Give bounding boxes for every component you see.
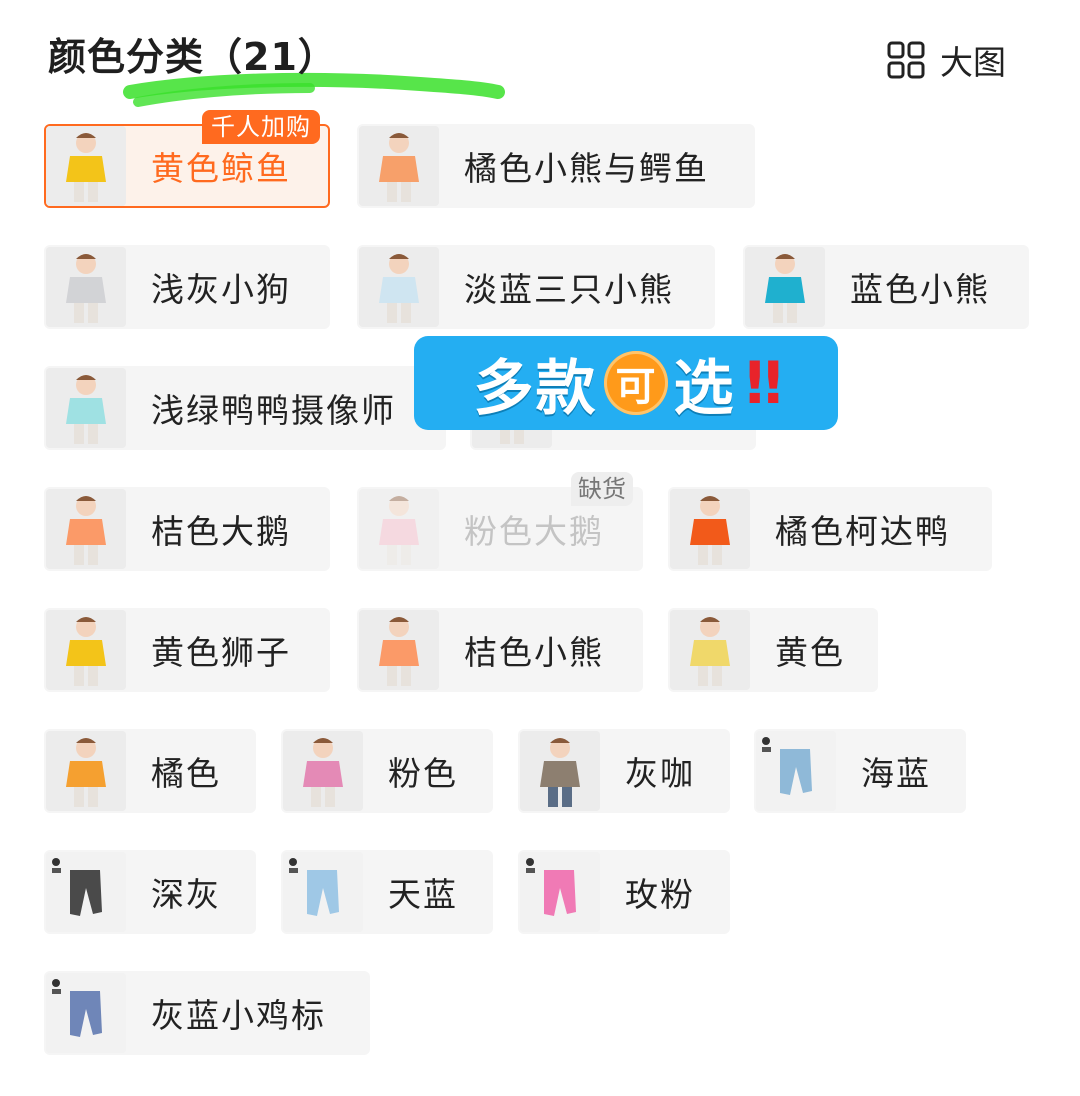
product-thumbnail [46,852,126,932]
big-image-label: 大图 [940,43,1006,82]
big-image-view-toggle[interactable]: 大图 [886,36,1006,84]
color-option[interactable]: 浅灰小狗 [44,245,330,329]
color-option-label: 灰咖 [625,754,695,793]
color-option-label: 灰蓝小鸡标 [151,996,326,1035]
product-thumbnail [359,610,439,690]
color-option[interactable]: 桔色小熊 [357,608,643,692]
color-option-label: 黄色鲸鱼 [151,149,291,188]
product-thumbnail [756,731,836,811]
product-thumbnail [359,247,439,327]
product-thumbnail [359,126,439,206]
product-thumbnail [46,731,126,811]
color-option[interactable]: 粉色 [281,729,493,813]
product-thumbnail [520,731,600,811]
product-thumbnail [283,731,363,811]
color-option[interactable]: 橘色柯达鸭 [668,487,992,571]
color-option[interactable]: 灰咖 [518,729,730,813]
color-option-label: 桔色小熊 [464,633,604,672]
color-option-label: 橘色小熊与鳄鱼 [464,149,709,188]
color-option[interactable]: 灰蓝小鸡标 [44,971,370,1055]
product-thumbnail [46,610,126,690]
sold-out-badge: 缺货 [571,472,633,506]
color-option[interactable]: 黄色狮子 [44,608,330,692]
exclamation-icon: !! [741,349,787,417]
product-thumbnail [670,489,750,569]
color-option[interactable]: 天蓝 [281,850,493,934]
color-option[interactable]: 海蓝 [754,729,966,813]
color-option-label: 橘色柯达鸭 [775,512,950,551]
product-thumbnail [283,852,363,932]
color-option-label: 天蓝 [388,875,458,914]
product-thumbnail [46,126,126,206]
color-option-label: 粉色 [388,754,458,793]
color-option[interactable]: 淡蓝三只小熊 [357,245,715,329]
color-option-label: 橘色 [151,754,221,793]
color-option[interactable]: 橘色小熊与鳄鱼 [357,124,755,208]
color-option-label: 浅灰小狗 [151,270,291,309]
color-option[interactable]: 蓝色小熊 [743,245,1029,329]
color-option-label: 黄色 [775,633,845,672]
color-option-label: 深灰 [151,875,221,914]
color-option[interactable]: 玫粉 [518,850,730,934]
promo-banner: 多款 可 选 !! [414,336,838,430]
popular-badge: 千人加购 [202,110,320,144]
color-option-label: 桔色大鹅 [151,512,291,551]
product-thumbnail [46,368,126,448]
color-option-label: 蓝色小熊 [850,270,990,309]
color-option-label: 粉色大鹅 [464,512,604,551]
product-thumbnail [520,852,600,932]
color-option-label: 浅绿鸭鸭摄像师 [151,391,396,430]
product-thumbnail [46,247,126,327]
color-option-label: 玫粉 [625,875,695,914]
color-option-label: 淡蓝三只小熊 [464,270,674,309]
color-option[interactable]: 黄色 [668,608,878,692]
product-thumbnail [359,489,439,569]
color-option[interactable]: 浅绿鸭鸭摄像师 [44,366,446,450]
color-option-label: 海蓝 [861,754,931,793]
product-thumbnail [46,489,126,569]
promo-text-2: 选 [673,353,736,424]
product-thumbnail [46,973,126,1053]
color-option[interactable]: 深灰 [44,850,256,934]
page-title: 颜色分类（21） [48,35,337,79]
color-option[interactable]: 橘色 [44,729,256,813]
color-option[interactable]: 桔色大鹅 [44,487,330,571]
grid-icon [887,41,925,79]
promo-circle: 可 [603,351,668,415]
promo-text-1: 多款 [473,353,598,424]
color-option-label: 黄色狮子 [151,633,291,672]
product-thumbnail [745,247,825,327]
product-thumbnail [670,610,750,690]
